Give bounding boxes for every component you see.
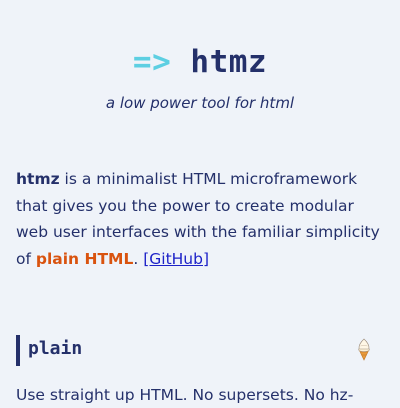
intro-text-end: . (133, 249, 144, 268)
section-accent-bar (16, 335, 20, 366)
site-logo: => htmz (0, 44, 400, 80)
ice-cream-icon (356, 337, 372, 361)
logo-arrow: => (132, 44, 172, 80)
logo-name: htmz (190, 44, 268, 80)
intro-paragraph: htmz is a minimalist HTML microframework… (16, 166, 388, 272)
plain-html-highlight: plain HTML (35, 249, 134, 268)
github-link[interactable]: [GitHub] (143, 250, 209, 268)
section-header-plain: plain (16, 335, 384, 366)
intro-brand: htmz (16, 170, 60, 188)
section-body-text: Use straight up HTML. No supersets. No h… (16, 386, 354, 404)
tagline: a low power tool for html (105, 94, 295, 112)
section-title: plain (28, 338, 83, 359)
